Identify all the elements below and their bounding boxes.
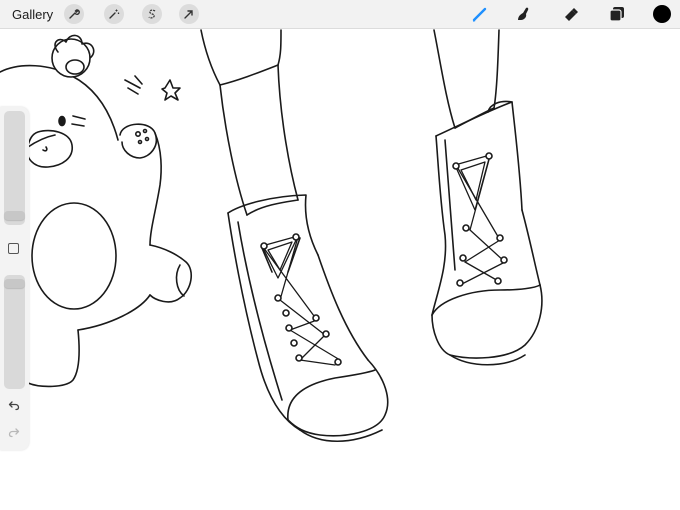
top-toolbar: Gallery	[0, 0, 680, 29]
color-picker-button[interactable]	[653, 5, 671, 23]
smudge-button[interactable]	[514, 4, 534, 24]
opacity-slider-thumb[interactable]	[4, 279, 25, 289]
eraser-icon	[565, 8, 578, 21]
modify-button[interactable]	[8, 243, 19, 254]
wrench-icon	[69, 9, 80, 19]
left-boot-drawing	[200, 29, 389, 443]
selection-s-icon	[148, 9, 156, 19]
opacity-slider[interactable]	[4, 275, 25, 389]
redo-button[interactable]	[5, 426, 23, 442]
brush-size-slider[interactable]	[4, 111, 25, 225]
actions-button[interactable]	[64, 4, 84, 24]
right-boot-drawing	[431, 29, 543, 366]
eraser-button[interactable]	[561, 4, 581, 24]
layers-icon	[609, 7, 624, 22]
brush-size-slider-thumb[interactable]	[4, 210, 25, 220]
layers-button[interactable]	[607, 4, 627, 24]
brush-icon	[472, 7, 487, 22]
brush-button[interactable]	[470, 4, 490, 24]
gallery-button[interactable]: Gallery	[12, 7, 53, 22]
undo-icon	[8, 401, 20, 411]
arrow-cursor-icon	[184, 10, 193, 19]
transform-button[interactable]	[179, 4, 199, 24]
selection-button[interactable]	[142, 4, 162, 24]
line-art-illustration	[0, 29, 543, 443]
undo-button[interactable]	[5, 399, 23, 415]
adjustments-button[interactable]	[104, 4, 124, 24]
left-sidebar	[0, 107, 29, 450]
magic-wand-icon	[109, 9, 120, 19]
drawing-canvas[interactable]	[0, 29, 680, 510]
smudge-icon	[518, 7, 529, 21]
redo-icon	[8, 428, 20, 438]
